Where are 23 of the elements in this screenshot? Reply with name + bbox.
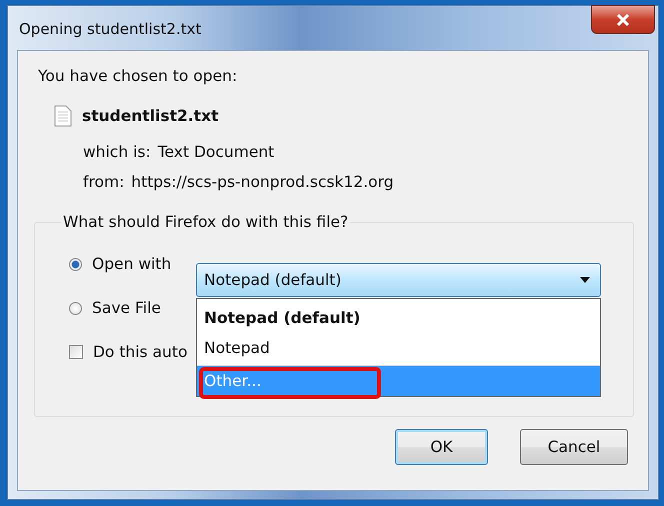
file-source: https://scs-ps-nonprod.scsk12.org <box>131 173 394 191</box>
intro-text: You have chosen to open: <box>38 67 238 85</box>
app-dropdown[interactable]: Notepad (default) <box>196 263 601 297</box>
checkbox[interactable] <box>69 345 83 359</box>
close-icon <box>615 14 631 26</box>
caret-icon <box>580 277 590 283</box>
option-label: Save File <box>92 299 161 317</box>
dropdown-item[interactable]: Notepad <box>197 333 600 363</box>
file-name: studentlist2.txt <box>82 107 218 125</box>
info-label: which is: <box>83 143 151 161</box>
radio-button[interactable] <box>69 258 82 270</box>
file-type: Text Document <box>158 143 274 161</box>
dialog-button[interactable]: Cancel <box>520 429 628 465</box>
close-button[interactable] <box>591 5 655 34</box>
window-title: Opening studentlist2.txt <box>19 20 202 38</box>
radio-button[interactable] <box>69 302 82 314</box>
option-label: Do this auto <box>93 343 188 361</box>
dialog-button[interactable]: OK <box>395 429 488 465</box>
text-file-icon <box>54 105 72 127</box>
group-label: What should Firefox do with this file? <box>62 213 350 231</box>
option-label: Open with <box>92 255 172 273</box>
dropdown-item[interactable]: Notepad (default) <box>197 303 600 333</box>
info-label: from: <box>83 173 124 191</box>
